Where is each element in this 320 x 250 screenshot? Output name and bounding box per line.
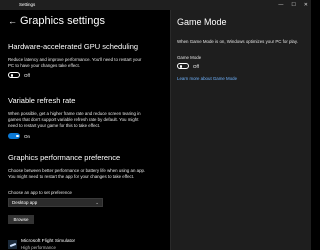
performance-pref-description: Choose between better performance or bat… (8, 168, 168, 180)
close-button[interactable]: ✕ (304, 2, 308, 8)
toggle-knob (16, 134, 19, 137)
toggle-knob (179, 65, 182, 68)
gpu-scheduling-description: Reduce latency and improve performance. … (8, 57, 168, 69)
vrr-toggle-state: On (24, 133, 31, 139)
left-pane: ← Graphics settings Hardware-accelerated… (0, 10, 170, 250)
learn-more-game-mode-link[interactable]: Learn more about Game Mode (177, 76, 237, 81)
back-arrow-icon[interactable]: ← (8, 16, 17, 26)
vrr-description-line: need to restart your game for this to ta… (8, 123, 101, 128)
vrr-toggle[interactable] (8, 133, 20, 139)
window-controls: — ☐ ✕ (278, 2, 308, 8)
vrr-description: When possible, get a higher frame rate a… (8, 111, 168, 129)
toggle-knob (10, 74, 13, 77)
maximize-button[interactable]: ☐ (291, 2, 295, 8)
minimize-button[interactable]: — (278, 2, 283, 8)
game-mode-label: Game Mode (177, 55, 202, 60)
performance-pref-description-line: You might need to restart the app for yo… (8, 174, 135, 179)
app-list-item[interactable]: Microsoft Flight Simulator High performa… (21, 239, 75, 250)
performance-pref-heading: Graphics performance preference (8, 153, 121, 162)
gpu-scheduling-toggle[interactable] (8, 72, 20, 78)
title-bar: Settings — ☐ ✕ (0, 0, 311, 10)
app-name: Microsoft Flight Simulator (21, 239, 76, 244)
page-title: Graphics settings (20, 15, 105, 27)
dropdown-value: Desktop app (12, 200, 38, 205)
game-mode-title: Game Mode (177, 17, 227, 27)
flight-simulator-icon (8, 240, 17, 249)
gpu-scheduling-toggle-state: Off (24, 72, 30, 78)
gpu-scheduling-heading: Hardware-accelerated GPU scheduling (8, 42, 139, 51)
game-mode-description: When Game Mode is on, Windows optimizes … (177, 39, 298, 44)
app-type-dropdown[interactable]: Desktop app ⌄ (8, 198, 103, 207)
window-title: Settings (19, 2, 36, 7)
chevron-down-icon: ⌄ (95, 200, 99, 205)
browse-button[interactable]: Browse (8, 215, 34, 224)
game-mode-toggle-state: Off (193, 63, 199, 69)
app-preference: High performance (21, 245, 56, 250)
vrr-heading: Variable refresh rate (8, 96, 76, 105)
game-mode-toggle[interactable] (177, 63, 189, 69)
choose-app-label: Choose an app to set preference (8, 190, 72, 195)
right-pane: Game Mode When Game Mode is on, Windows … (171, 10, 311, 250)
gpu-scheduling-description-line: PC to have your changes take effect. (8, 63, 80, 68)
